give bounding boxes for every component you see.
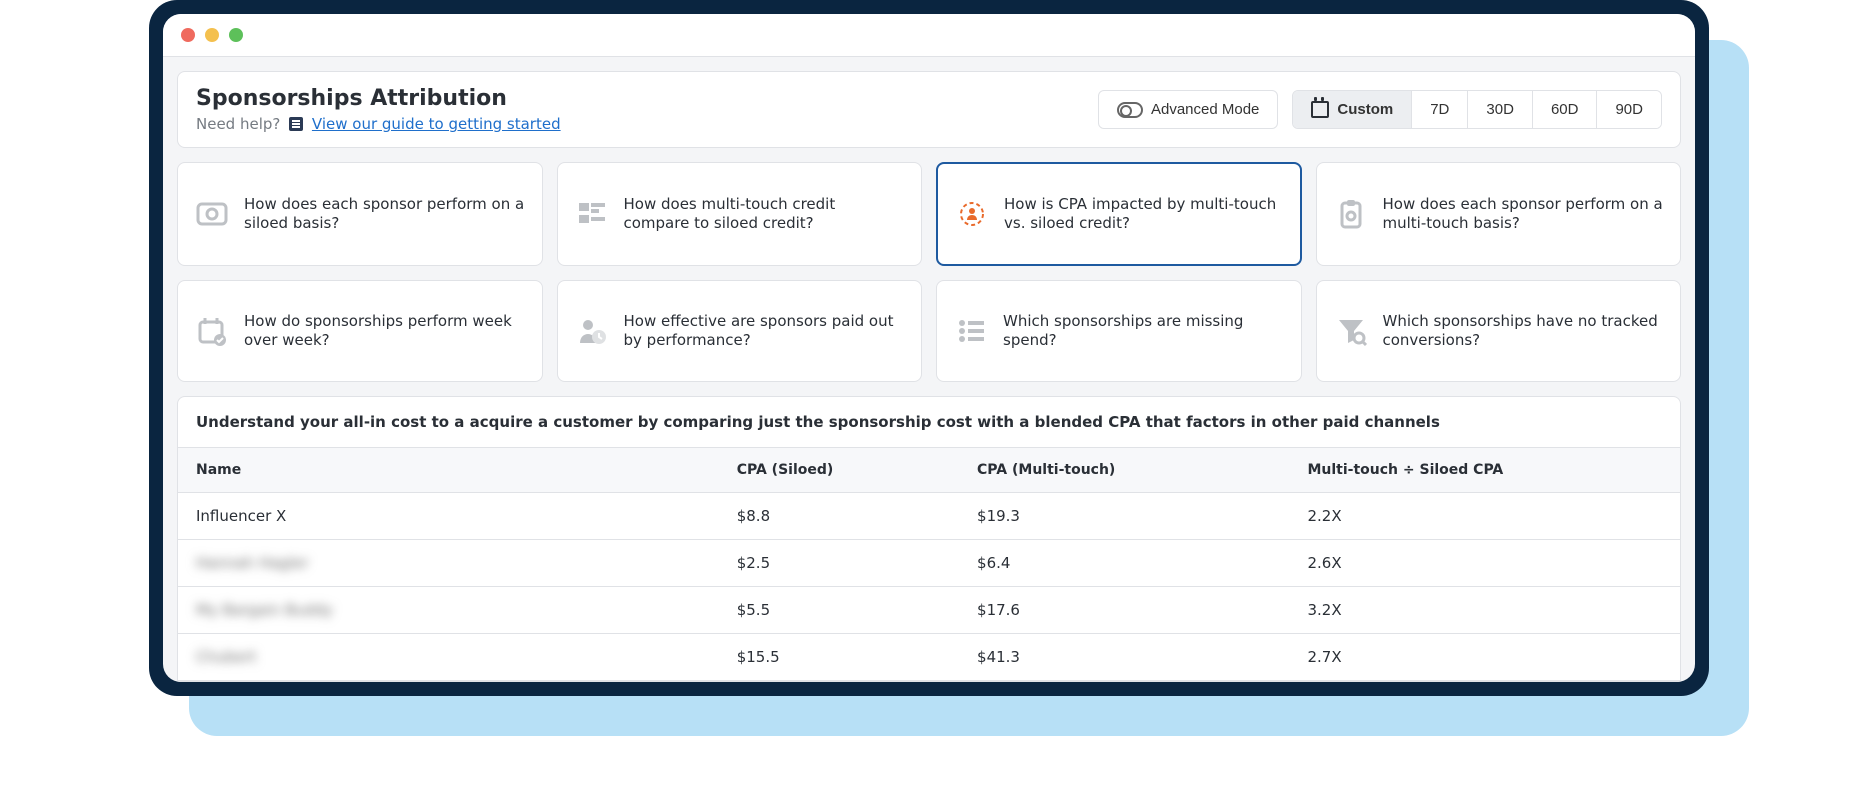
question-card-mt-vs-siloed-credit[interactable]: How does multi-touch credit compare to s… bbox=[557, 162, 923, 266]
cell-ratio: 2.6X bbox=[1289, 540, 1680, 587]
blocks-icon bbox=[574, 198, 610, 230]
range-30d-button[interactable]: 30D bbox=[1468, 91, 1533, 128]
cell-cpa-siloed: $15.5 bbox=[719, 634, 959, 681]
cell-name: Hannah Hagler bbox=[196, 554, 309, 572]
cell-cpa-mt: $41.3 bbox=[959, 634, 1289, 681]
col-ratio[interactable]: Multi-touch ÷ Siloed CPA bbox=[1289, 448, 1680, 493]
question-text: How does multi-touch credit compare to s… bbox=[624, 195, 906, 234]
question-card-no-conversions[interactable]: Which sponsorships have no tracked conve… bbox=[1316, 280, 1682, 382]
table-row[interactable]: Hannah Hagler $2.5 $6.4 2.6X bbox=[178, 540, 1680, 587]
cell-ratio: 2.2X bbox=[1289, 493, 1680, 540]
range-90d-button[interactable]: 90D bbox=[1597, 91, 1661, 128]
table-row[interactable]: Chubert $15.5 $41.3 2.7X bbox=[178, 634, 1680, 681]
app-window: Sponsorships Attribution Need help? View… bbox=[163, 14, 1695, 682]
question-grid: How does each sponsor perform on a siloe… bbox=[177, 162, 1681, 382]
question-text: How does each sponsor perform on a multi… bbox=[1383, 195, 1665, 234]
question-card-mt-perf[interactable]: How does each sponsor perform on a multi… bbox=[1316, 162, 1682, 266]
cell-cpa-siloed: $8.8 bbox=[719, 493, 959, 540]
guide-link[interactable]: View our guide to getting started bbox=[312, 115, 561, 133]
question-card-missing-spend[interactable]: Which sponsorships are missing spend? bbox=[936, 280, 1302, 382]
cell-ratio: 2.7X bbox=[1289, 634, 1680, 681]
advanced-mode-label: Advanced Mode bbox=[1151, 101, 1259, 118]
question-text: Which sponsorships have no tracked conve… bbox=[1383, 312, 1665, 351]
question-card-week-over-week[interactable]: How do sponsorships perform week over we… bbox=[177, 280, 543, 382]
cell-name: Influencer X bbox=[196, 507, 286, 525]
cell-ratio: 3.2X bbox=[1289, 587, 1680, 634]
cell-cpa-siloed: $2.5 bbox=[719, 540, 959, 587]
question-card-cpa-impact[interactable]: How is CPA impacted by multi-touch vs. s… bbox=[936, 162, 1302, 266]
cpa-table: Name CPA (Siloed) CPA (Multi-touch) Mult… bbox=[177, 447, 1681, 682]
range-custom-button[interactable]: Custom bbox=[1293, 91, 1412, 128]
cell-name: Chubert bbox=[196, 648, 256, 666]
page-header: Sponsorships Attribution Need help? View… bbox=[177, 71, 1681, 148]
page-title: Sponsorships Attribution bbox=[196, 86, 561, 111]
cell-cpa-mt: $19.3 bbox=[959, 493, 1289, 540]
toggle-icon bbox=[1117, 102, 1143, 118]
question-text: Which sponsorships are missing spend? bbox=[1003, 312, 1285, 351]
calendar-check-icon bbox=[194, 315, 230, 347]
date-range-group: Custom 7D 30D 60D 90D bbox=[1292, 90, 1662, 129]
funnel-search-icon bbox=[1333, 315, 1369, 347]
calendar-icon bbox=[1311, 101, 1329, 118]
question-text: How is CPA impacted by multi-touch vs. s… bbox=[1004, 195, 1284, 234]
advanced-mode-button[interactable]: Advanced Mode bbox=[1098, 90, 1278, 129]
col-siloed[interactable]: CPA (Siloed) bbox=[719, 448, 959, 493]
minimize-icon[interactable] bbox=[205, 28, 219, 42]
col-name[interactable]: Name bbox=[178, 448, 719, 493]
question-text: How do sponsorships perform week over we… bbox=[244, 312, 526, 351]
range-7d-button[interactable]: 7D bbox=[1412, 91, 1468, 128]
list-icon bbox=[953, 315, 989, 347]
eye-icon bbox=[194, 198, 230, 230]
target-icon bbox=[954, 198, 990, 230]
section-headline: Understand your all-in cost to a acquire… bbox=[177, 396, 1681, 447]
question-text: How does each sponsor perform on a siloe… bbox=[244, 195, 526, 234]
question-card-siloed-perf[interactable]: How does each sponsor perform on a siloe… bbox=[177, 162, 543, 266]
window-titlebar bbox=[163, 14, 1695, 57]
cell-cpa-siloed: $5.5 bbox=[719, 587, 959, 634]
cell-cpa-mt: $6.4 bbox=[959, 540, 1289, 587]
clipboard-icon bbox=[1333, 198, 1369, 230]
table-row[interactable]: My Bargain Buddy $5.5 $17.6 3.2X bbox=[178, 587, 1680, 634]
window-frame: Sponsorships Attribution Need help? View… bbox=[149, 0, 1709, 696]
help-line: Need help? View our guide to getting sta… bbox=[196, 115, 561, 133]
book-icon bbox=[289, 117, 303, 131]
cell-cpa-mt: $17.6 bbox=[959, 587, 1289, 634]
close-icon[interactable] bbox=[181, 28, 195, 42]
help-prefix: Need help? bbox=[196, 115, 280, 133]
question-card-paid-perf[interactable]: How effective are sponsors paid out by p… bbox=[557, 280, 923, 382]
question-text: How effective are sponsors paid out by p… bbox=[624, 312, 906, 351]
col-mt[interactable]: CPA (Multi-touch) bbox=[959, 448, 1289, 493]
person-clock-icon bbox=[574, 315, 610, 347]
table-row[interactable]: Influencer X $8.8 $19.3 2.2X bbox=[178, 493, 1680, 540]
range-60d-button[interactable]: 60D bbox=[1533, 91, 1598, 128]
maximize-icon[interactable] bbox=[229, 28, 243, 42]
cell-name: My Bargain Buddy bbox=[196, 601, 333, 619]
